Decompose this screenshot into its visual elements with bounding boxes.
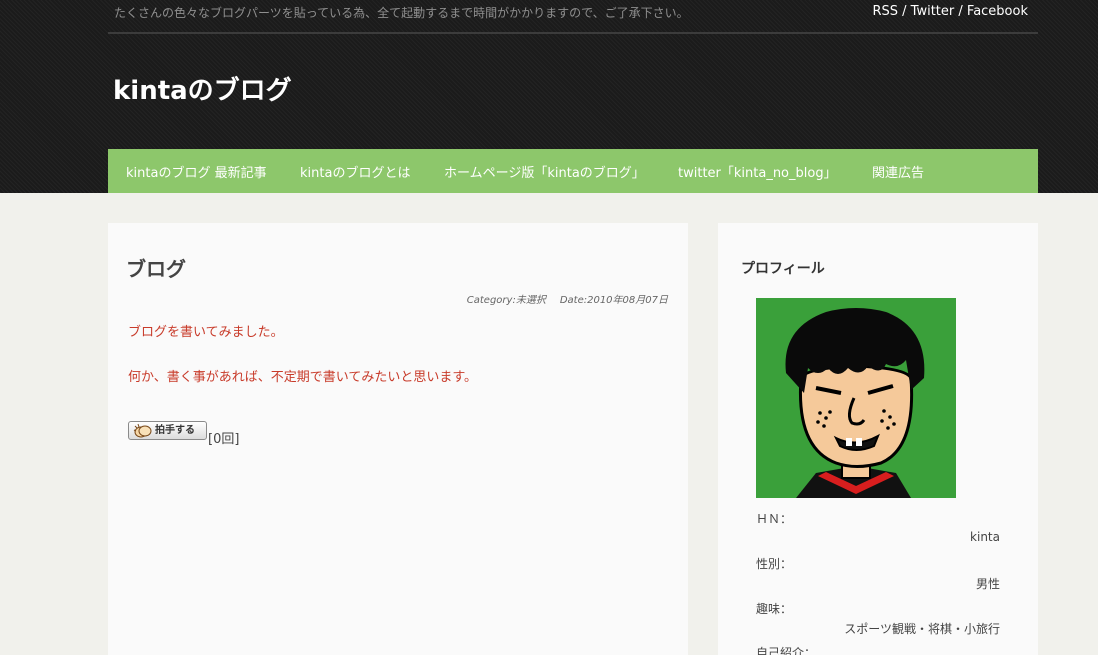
post-text-line: ブログを書いてみました。 [128, 325, 284, 340]
site-header: たくさんの色々なブログパーツを貼っている為、全て起動するまで時間がかかりますので… [0, 0, 1098, 193]
post-title[interactable]: ブログ [126, 253, 186, 282]
post-meta: Category:未選択 Date:2010年08月07日 [453, 291, 668, 306]
top-bar: たくさんの色々なブログパーツを貼っている為、全て起動するまで時間がかかりますので… [108, 0, 1038, 34]
clap-hands-icon [133, 423, 152, 438]
rss-link[interactable]: RSS [872, 4, 898, 19]
profile-intro-label: 自己紹介： [756, 646, 817, 655]
profile-hn-label: ＨＮ： [756, 512, 793, 526]
profile-gender-value: 男性 [975, 577, 1000, 591]
main-nav: kintaのブログ 最新記事 kintaのブログとは ホームページ版「kinta… [108, 149, 1038, 193]
clap-button-label: 拍手する [155, 425, 195, 436]
nav-item-about[interactable]: kintaのブログとは [300, 162, 410, 181]
nav-item-latest-posts[interactable]: kintaのブログ 最新記事 [126, 162, 267, 181]
profile-hobby-label: 趣味： [756, 602, 793, 616]
twitter-link[interactable]: Twitter [911, 4, 955, 19]
feed-separator: / [898, 4, 911, 19]
site-title-link[interactable]: kintaのブログ [113, 70, 292, 107]
profile-hn-value: kinta [970, 530, 1000, 544]
post-text-line: 何か、書く事があれば、不定期で書いてみたいと思います。 [128, 370, 478, 385]
feed-separator: / [954, 4, 967, 19]
post-date: Date:2010年08月07日 [559, 295, 668, 306]
main-content: ブログ Category:未選択 Date:2010年08月07日 ブログを書いて… [108, 223, 688, 655]
loading-notice: たくさんの色々なブログパーツを貼っている為、全て起動するまで時間がかかりますので… [114, 6, 689, 20]
profile-hobby-value: スポーツ観戦・将棋・小旅行 [844, 622, 1000, 636]
profile-gender-label: 性別： [756, 557, 793, 571]
post-category[interactable]: Category:未選択 [467, 295, 546, 306]
sidebar: プロフィール ＨＮ： kinta 性別： 男性 趣味： スポーツ観戦・将棋・小旅… [718, 223, 1038, 655]
clap-count: [0回] [208, 432, 240, 447]
clap-button[interactable]: 拍手する [128, 421, 207, 440]
nav-item-ads[interactable]: 関連広告 [872, 162, 924, 181]
feed-links: RSS / Twitter / Facebook [872, 4, 1028, 19]
avatar [756, 298, 956, 498]
nav-item-twitter[interactable]: twitter「kinta_no_blog」 [678, 162, 837, 181]
profile-widget-title: プロフィール [741, 261, 825, 277]
nav-item-homepage[interactable]: ホームページ版「kintaのブログ」 [444, 162, 645, 181]
facebook-link[interactable]: Facebook [967, 4, 1028, 19]
